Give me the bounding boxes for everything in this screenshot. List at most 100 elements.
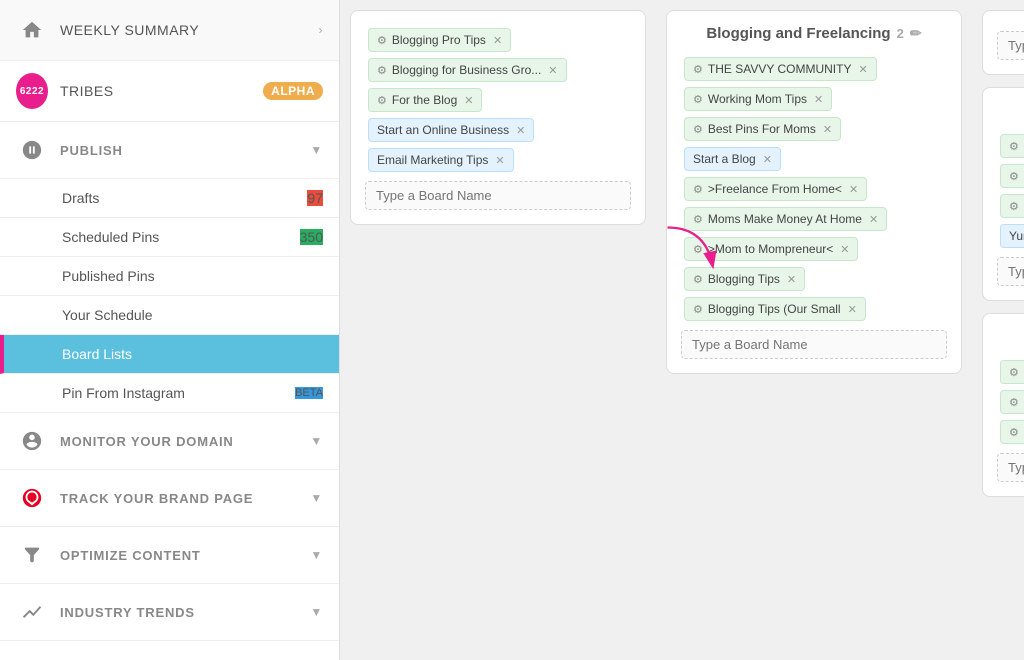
sidebar-section-industry[interactable]: INDUSTRY TRENDS ▼ [0, 584, 339, 641]
tribe-icon: ⚙ [377, 34, 387, 47]
tribe-icon: ⚙ [693, 183, 703, 196]
tribe-icon: ⚙ [693, 243, 703, 256]
tag-remove-btn[interactable]: ✕ [464, 94, 473, 107]
tag-remove-btn[interactable]: ✕ [823, 123, 832, 136]
col1-tags-area: ⚙Blogging Pro Tips✕⚙Blogging for Busines… [365, 25, 631, 175]
col3-mid-tags-area: ⚙Best recipes & drinks com...✕⚙Recipes f… [997, 131, 1024, 251]
tag-remove-btn[interactable]: ✕ [763, 153, 772, 166]
monitor-icon [16, 425, 48, 457]
tag-label: Working Mom Tips [708, 92, 807, 106]
tag-label: For the Blog [392, 93, 457, 107]
board-tag: ⚙Blogging Pro Tips✕ [368, 28, 511, 52]
tribe-icon: ⚙ [377, 94, 387, 107]
col3-mid-board-input[interactable] [997, 257, 1024, 286]
tribe-icon: ⚙ [1009, 426, 1019, 439]
tribe-icon: ⚙ [1009, 170, 1019, 183]
monitor-label: MONITOR YOUR DOMAIN [60, 434, 234, 449]
tribe-icon: ⚙ [1009, 366, 1019, 379]
board-tag: ⚙ Blogging for Business Gro... ✕ [368, 58, 567, 82]
publish-arrow: ▼ [310, 143, 323, 157]
col3-bot-board-input[interactable] [997, 453, 1024, 482]
tag-remove-btn[interactable]: ✕ [849, 183, 858, 196]
board-card-col3-mid: 1- Recipes Viral ✏ ⚙Best recipes & drink… [982, 87, 1024, 301]
sidebar-item-published-pins[interactable]: Published Pins [0, 257, 339, 296]
sidebar-item-drafts[interactable]: Drafts 97 [0, 179, 339, 218]
tag-remove-btn[interactable]: ✕ [548, 64, 557, 77]
tribe-icon: ⚙ [693, 303, 703, 316]
tribe-icon: ⚙ [1009, 396, 1019, 409]
tag-remove-btn[interactable]: ✕ [495, 154, 504, 167]
tribes-label: TRIBES [60, 83, 263, 99]
board-tag: ⚙Working Mom ♥✕ [1000, 390, 1024, 414]
sidebar-item-board-lists[interactable]: Board Lists [0, 335, 339, 374]
tag-remove-btn[interactable]: ✕ [516, 124, 525, 137]
board-card-col3-bot: Working Mom Specific ✏ ⚙Working Momosphe… [982, 313, 1024, 497]
col3-mid-card-header: 1- Recipes Viral ✏ [997, 102, 1024, 119]
industry-label: INDUSTRY TRENDS [60, 605, 195, 620]
tag-label: Blogging for Business Gro... [392, 63, 541, 77]
sidebar-item-your-schedule[interactable]: Your Schedule [0, 296, 339, 335]
tag-remove-btn[interactable]: ✕ [869, 213, 878, 226]
home-icon [16, 14, 48, 46]
board-tag: ⚙THE SAVVY COMMUNITY✕ [684, 57, 877, 81]
col2-board-input[interactable] [681, 330, 947, 359]
tag-label: Moms Make Money At Home [708, 212, 862, 226]
tag-remove-btn[interactable]: ✕ [814, 93, 823, 106]
board-tag: ⚙ For the Blog ✕ [368, 88, 482, 112]
tribe-icon: ⚙ [377, 64, 387, 77]
tribe-icon: ⚙ [693, 273, 703, 286]
tag-label: Email Marketing Tips [377, 153, 488, 167]
published-pins-label: Published Pins [62, 268, 323, 284]
monitor-arrow: ▼ [310, 434, 323, 448]
tribe-icon: ⚙ [1009, 200, 1019, 213]
board-card-col3-top [982, 10, 1024, 75]
industry-icon [16, 596, 48, 628]
sidebar-section-monitor[interactable]: MONITOR YOUR DOMAIN ▼ [0, 413, 339, 470]
board-tag: ⚙ Blogging Tips ✕ [684, 267, 805, 291]
track-brand-arrow: ▼ [310, 491, 323, 505]
tag-remove-btn[interactable]: ✕ [848, 303, 857, 316]
sidebar-section-optimize[interactable]: OPTIMIZE CONTENT ▼ [0, 527, 339, 584]
tag-remove-btn[interactable]: ✕ [858, 63, 867, 76]
tag-remove-btn[interactable]: ✕ [787, 273, 796, 286]
publish-icon [16, 134, 48, 166]
weekly-summary-label: WEEKLY SUMMARY [60, 22, 311, 38]
sidebar-section-publish[interactable]: PUBLISH ▼ [0, 122, 339, 179]
tag-label: >Freelance From Home< [708, 182, 842, 196]
tribe-icon: ⚙ [693, 213, 703, 226]
board-tag: ⚙Best Pins For Moms✕ [684, 117, 841, 141]
col3-top-board-input[interactable] [997, 31, 1024, 60]
tag-label: Start an Online Business [377, 123, 509, 137]
your-schedule-label: Your Schedule [62, 307, 323, 323]
tribe-icon: ⚙ [693, 63, 703, 76]
board-tag: ⚙ Moms Make Money At Home ✕ [684, 207, 887, 231]
optimize-icon [16, 539, 48, 571]
track-brand-icon [16, 482, 48, 514]
tag-label: Blogging Tips [708, 272, 780, 286]
tag-label: Blogging Tips (Our Small [708, 302, 841, 316]
board-tag: ⚙Working Mom Tips✕ [684, 87, 832, 111]
sidebar-item-pin-from-instagram[interactable]: Pin From Instagram BETA [0, 374, 339, 413]
tag-remove-btn[interactable]: ✕ [840, 243, 849, 256]
sidebar: WEEKLY SUMMARY › 6222 TRIBES ALPHA PUBLI… [0, 0, 340, 660]
board-lists-label: Board Lists [62, 346, 323, 362]
col1-board-input[interactable] [365, 181, 631, 210]
board-tag: ⚙ >Freelance From Home< ✕ [684, 177, 867, 201]
sidebar-item-weekly-summary[interactable]: WEEKLY SUMMARY › [0, 0, 339, 61]
board-tag: Start an Online Business ✕ [368, 118, 534, 142]
tag-label: Best Pins For Moms [708, 122, 816, 136]
sidebar-item-tribes[interactable]: 6222 TRIBES ALPHA [0, 61, 339, 122]
tag-remove-btn[interactable]: ✕ [493, 34, 502, 47]
sidebar-item-scheduled-pins[interactable]: Scheduled Pins 350 [0, 218, 339, 257]
sidebar-section-track-brand[interactable]: TRACK YOUR BRAND PAGE ▼ [0, 470, 339, 527]
tag-label: Start a Blog [693, 152, 756, 166]
board-tag: ⚙ Blogging Tips (Our Small ✕ [684, 297, 866, 321]
scheduled-pins-label: Scheduled Pins [62, 229, 300, 245]
board-card-col1: ⚙Blogging Pro Tips✕⚙Blogging for Busines… [350, 10, 646, 225]
col2-title-number: 2 [897, 26, 904, 41]
optimize-arrow: ▼ [310, 548, 323, 562]
drafts-count-badge: 97 [307, 190, 323, 206]
optimize-label: OPTIMIZE CONTENT [60, 548, 201, 563]
col2-edit-icon[interactable]: ✏ [910, 25, 922, 42]
col2-title: Blogging and Freelancing [706, 25, 890, 42]
